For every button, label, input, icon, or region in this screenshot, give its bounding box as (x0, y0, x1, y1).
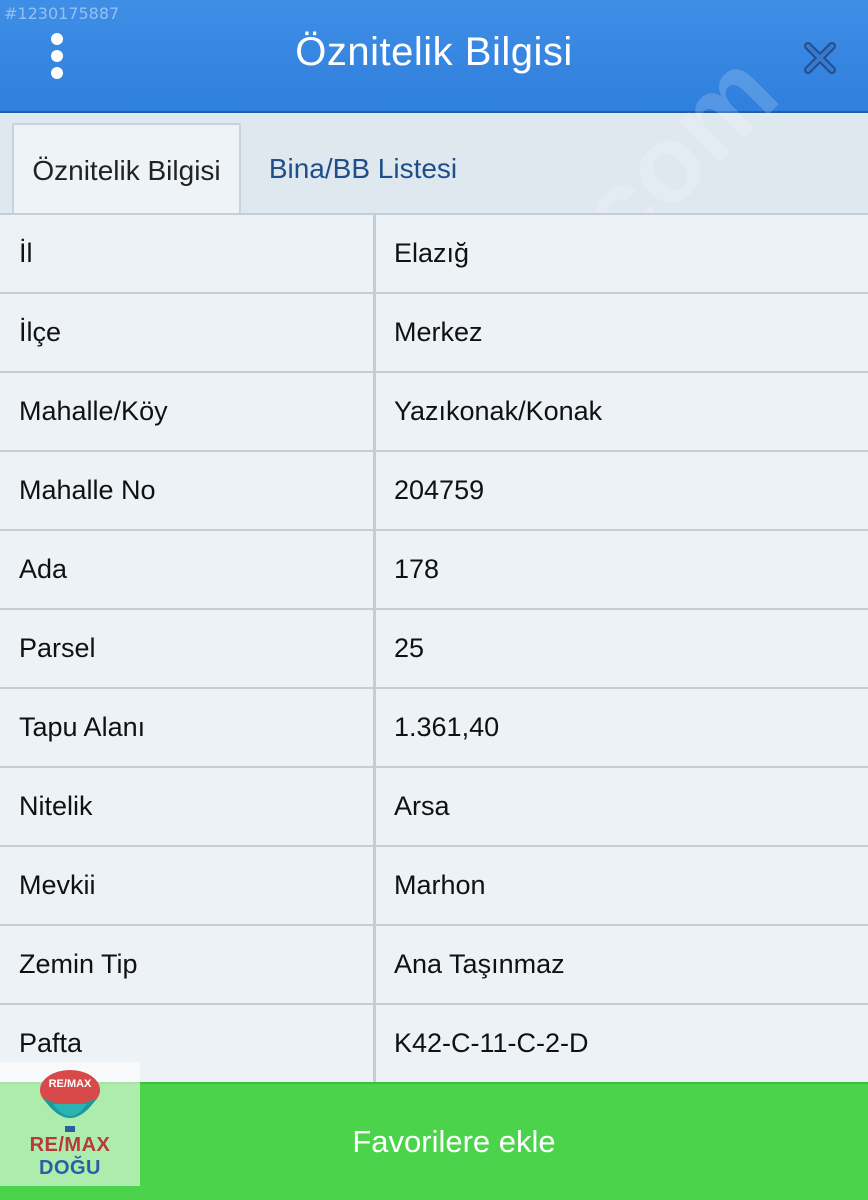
tab-bina-bb-listesi[interactable]: Bina/BB Listesi (241, 123, 485, 214)
balloon-icon: RE/MAX (40, 1070, 100, 1132)
remax-logo: RE/MAX RE/MAX DOĞU (0, 1062, 140, 1186)
table-row: Tapu Alanı 1.361,40 (0, 687, 868, 766)
table-row: Parsel 25 (0, 608, 868, 687)
close-icon[interactable] (798, 36, 842, 80)
table-row: Mevkii Marhon (0, 845, 868, 924)
logo-top-text: RE/MAX (49, 1078, 92, 1090)
attribute-value: Marhon (376, 847, 868, 924)
attribute-label: Tapu Alanı (0, 689, 373, 766)
attribute-value: Yazıkonak/Konak (376, 373, 868, 450)
attribute-table: İl Elazığ İlçe Merkez Mahalle/Köy Yazıko… (0, 213, 868, 1082)
attribute-value: K42-C-11-C-2-D (376, 1005, 868, 1082)
attribute-value: Arsa (376, 768, 868, 845)
attribute-value: 25 (376, 610, 868, 687)
attribute-label: Nitelik (0, 768, 373, 845)
logo-brand: RE/MAX (29, 1134, 111, 1156)
attribute-value: 1.361,40 (376, 689, 868, 766)
attribute-label: Mevkii (0, 847, 373, 924)
table-row: Mahalle No 204759 (0, 450, 868, 529)
table-row: Ada 178 (0, 529, 868, 608)
table-row: Nitelik Arsa (0, 766, 868, 845)
page-title: Öznitelik Bilgisi (295, 30, 573, 74)
table-row: Zemin Tip Ana Taşınmaz (0, 924, 868, 1003)
attribute-value: 178 (376, 531, 868, 608)
attribute-label: Parsel (0, 610, 373, 687)
table-row: İl Elazığ (0, 213, 868, 292)
attribute-label: Mahalle/Köy (0, 373, 373, 450)
add-to-favorites-label: Favorilere ekle (352, 1124, 556, 1159)
listing-id: #1230175887 (4, 4, 120, 23)
attribute-label: Zemin Tip (0, 926, 373, 1003)
attribute-value: Merkez (376, 294, 868, 371)
app-header: #1230175887 Öznitelik Bilgisi (0, 0, 868, 113)
logo-sub: DOĞU (39, 1157, 101, 1179)
attribute-value: Ana Taşınmaz (376, 926, 868, 1003)
attribute-value: Elazığ (376, 215, 868, 292)
tab-oznitelik-bilgisi[interactable]: Öznitelik Bilgisi (12, 123, 241, 216)
attribute-label: İlçe (0, 294, 373, 371)
attribute-value: 204759 (376, 452, 868, 529)
attribute-label: Ada (0, 531, 373, 608)
table-row: İlçe Merkez (0, 292, 868, 371)
table-row: Mahalle/Köy Yazıkonak/Konak (0, 371, 868, 450)
tab-bar: Öznitelik Bilgisi Bina/BB Listesi (0, 115, 868, 216)
attribute-label: Mahalle No (0, 452, 373, 529)
attribute-label: İl (0, 215, 373, 292)
